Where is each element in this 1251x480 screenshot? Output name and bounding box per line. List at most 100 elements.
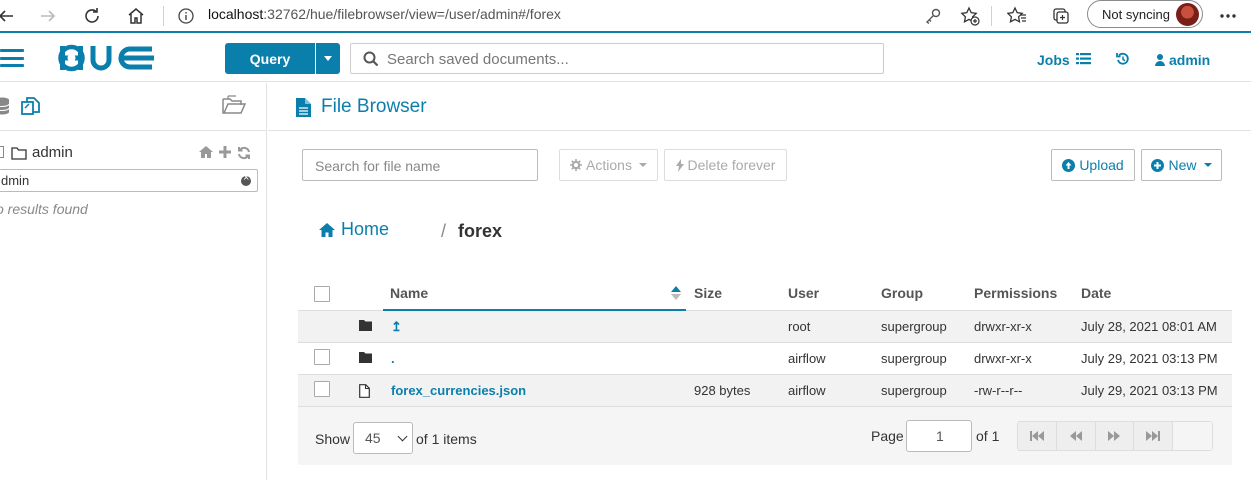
next-page-icon[interactable] [1096,422,1135,450]
history-icon[interactable] [1116,52,1130,66]
clear-filter-icon[interactable] [241,172,251,186]
column-header-group[interactable]: Group [881,276,923,311]
table-footer: Show 45 of 1 items Page 1 of 1 [298,407,1232,465]
assist-checkbox[interactable] [0,146,4,158]
sort-ascending-icon[interactable] [671,286,681,300]
delete-forever-button[interactable]: Delete forever [664,149,787,181]
file-name[interactable]: ↥ [391,319,402,335]
forward-icon[interactable] [36,4,60,28]
page-number-value: 1 [936,428,944,444]
site-info-icon[interactable] [175,5,197,27]
avatar [1176,3,1199,26]
user-icon [1155,54,1165,66]
folder-icon [359,320,372,331]
add-favorite-icon[interactable] [958,4,982,28]
favorites-icon[interactable] [1005,4,1029,28]
file-date: July 29, 2021 03:13 PM [1081,351,1218,366]
file-name[interactable]: forex_currencies.json [391,383,526,398]
file-search-input[interactable]: Search for file name [302,149,538,181]
plus-icon[interactable] [219,146,231,158]
assist-root-folder[interactable]: admin [0,144,266,164]
file-icon [359,384,370,398]
home-icon [319,222,335,237]
assist-panel-tabs [0,83,266,131]
last-page-icon[interactable] [1134,422,1174,450]
row-checkbox[interactable] [314,381,330,397]
page-header: File Browser [268,83,1251,131]
hue-logo[interactable] [58,43,158,73]
search-documents-placeholder: Search saved documents... [387,51,569,68]
assist-filter-input[interactable]: dmin [0,169,258,192]
select-all-checkbox[interactable] [314,286,330,302]
key-icon[interactable] [921,4,945,28]
plus-circle-icon [1151,158,1165,172]
file-date: July 28, 2021 08:01 AM [1081,319,1217,334]
sync-status-label: Not syncing [1102,7,1170,22]
no-results-message: o results found [0,201,88,217]
file-name[interactable]: . [391,351,395,366]
home-icon[interactable] [199,146,213,158]
table-row[interactable]: forex_currencies.json 928 bytes airflow … [298,375,1232,407]
items-count-label: of 1 items [416,431,477,447]
breadcrumb-current[interactable]: forex [458,221,502,242]
user-menu[interactable]: admin [1155,52,1210,68]
search-icon [363,51,379,67]
collections-icon[interactable] [1049,4,1073,28]
file-user: airflow [788,383,826,398]
upload-button[interactable]: Upload [1051,149,1135,181]
chevron-down-icon [397,431,408,442]
pager-spacer [1173,422,1212,450]
new-button[interactable]: New [1141,149,1222,181]
column-header-size[interactable]: Size [694,276,722,311]
breadcrumb-home-label: Home [341,219,390,239]
address-bar[interactable]: localhost:32762/hue/filebrowser/view=/us… [208,6,561,22]
assist-root-label: admin [32,144,73,161]
page-title: File Browser [321,96,427,117]
menu-hamburger-icon[interactable] [0,49,24,67]
search-documents-input[interactable]: Search saved documents... [350,43,884,74]
more-options-icon[interactable] [1216,4,1240,28]
file-group: supergroup [881,319,947,334]
file-date: July 29, 2021 03:13 PM [1081,383,1218,398]
row-checkbox[interactable] [314,349,330,365]
first-page-icon[interactable] [1018,422,1057,450]
home-icon[interactable] [124,4,148,28]
breadcrumb-home[interactable]: Home [319,219,389,240]
database-icon[interactable] [0,97,10,115]
file-permissions: -rw-r--r-- [974,383,1023,398]
hue-header: Query Search saved documents... Jobs adm… [0,35,1251,82]
actions-button[interactable]: Actions [559,149,658,181]
assist-filter-value: dmin [1,173,30,188]
query-dropdown-button[interactable] [316,43,340,74]
page-number-input[interactable]: 1 [906,420,972,452]
show-label: Show [315,431,351,447]
upload-label: Upload [1079,157,1124,173]
refresh-icon[interactable] [237,146,251,160]
file-group: supergroup [881,351,947,366]
profile-sync-button[interactable]: Not syncing [1087,0,1203,28]
documents-icon[interactable] [21,96,41,116]
column-header-permissions[interactable]: Permissions [974,276,1057,311]
jobs-link[interactable]: Jobs [1037,52,1070,68]
previous-page-icon[interactable] [1057,422,1096,450]
pagination-controls [1017,421,1213,451]
column-header-date[interactable]: Date [1081,276,1111,311]
file-group: supergroup [881,383,947,398]
file-permissions: drwxr-xr-x [974,319,1032,334]
table-row[interactable]: ↥ root supergroup drwxr-xr-x July 28, 20… [298,311,1232,343]
query-button[interactable]: Query [225,43,315,74]
upload-icon [1062,158,1076,172]
jobs-list-icon[interactable] [1076,53,1091,65]
left-assist-panel: admin dmin o results found [0,83,267,480]
file-user: airflow [788,351,826,366]
reload-icon[interactable] [80,4,104,28]
back-icon[interactable] [0,4,18,28]
column-header-user[interactable]: User [788,276,819,311]
breadcrumb-separator: / [441,221,447,241]
file-search-placeholder: Search for file name [315,158,441,174]
folder-open-icon[interactable] [222,95,246,115]
table-row[interactable]: . airflow supergroup drwxr-xr-x July 29,… [298,343,1232,375]
column-header-name[interactable]: Name [390,276,428,311]
page-size-select[interactable]: 45 [353,422,413,454]
page-label: Page [871,428,904,444]
